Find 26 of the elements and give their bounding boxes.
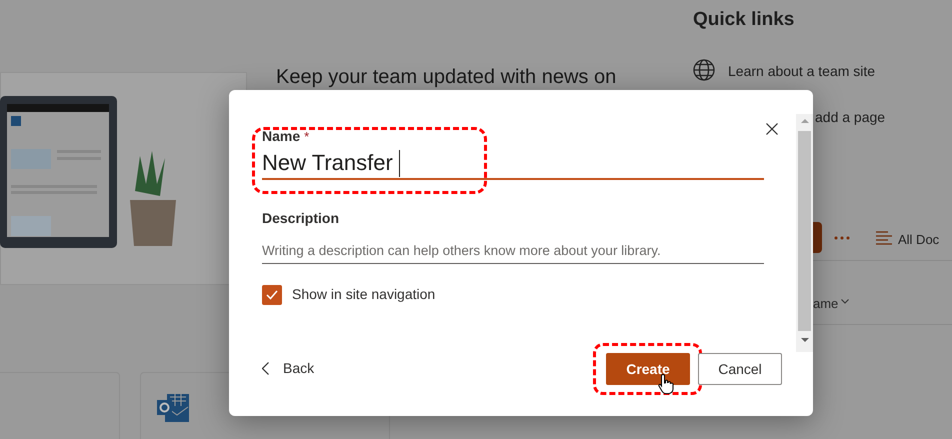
quick-link[interactable]: Learn about a team site — [728, 61, 876, 82]
quick-links-title: Quick links — [693, 8, 794, 32]
text-cursor — [398, 150, 400, 177]
checkmark-icon — [266, 290, 278, 300]
required-mark: * — [304, 128, 310, 146]
globe-icon — [693, 59, 715, 81]
view-selector[interactable]: All Doc — [898, 230, 940, 250]
cancel-button[interactable]: Cancel — [698, 353, 782, 385]
field-label: Name — [262, 127, 300, 146]
name-input[interactable]: New Transfer — [262, 147, 764, 180]
field-label: Description — [262, 209, 340, 228]
chevron-left-icon — [262, 362, 269, 375]
quick-link[interactable]: add a page — [815, 107, 886, 128]
description-input[interactable]: Writing a description can help others know more about your library. — [262, 238, 764, 264]
headline: Keep your team updated with news on — [276, 65, 616, 90]
checkbox-label[interactable]: Show in site navigation — [292, 284, 436, 305]
more-icon[interactable] — [834, 236, 850, 240]
list-view-icon — [876, 231, 892, 245]
back-button[interactable]: Back — [262, 358, 314, 379]
create-button[interactable]: Create — [606, 353, 690, 385]
hand-cursor-icon — [658, 373, 674, 395]
mail-calendar-icon — [157, 394, 189, 422]
column-header[interactable]: ame — [813, 294, 838, 314]
chevron-down-icon — [841, 299, 849, 304]
close-icon[interactable] — [766, 123, 778, 135]
checkbox[interactable] — [262, 284, 282, 304]
